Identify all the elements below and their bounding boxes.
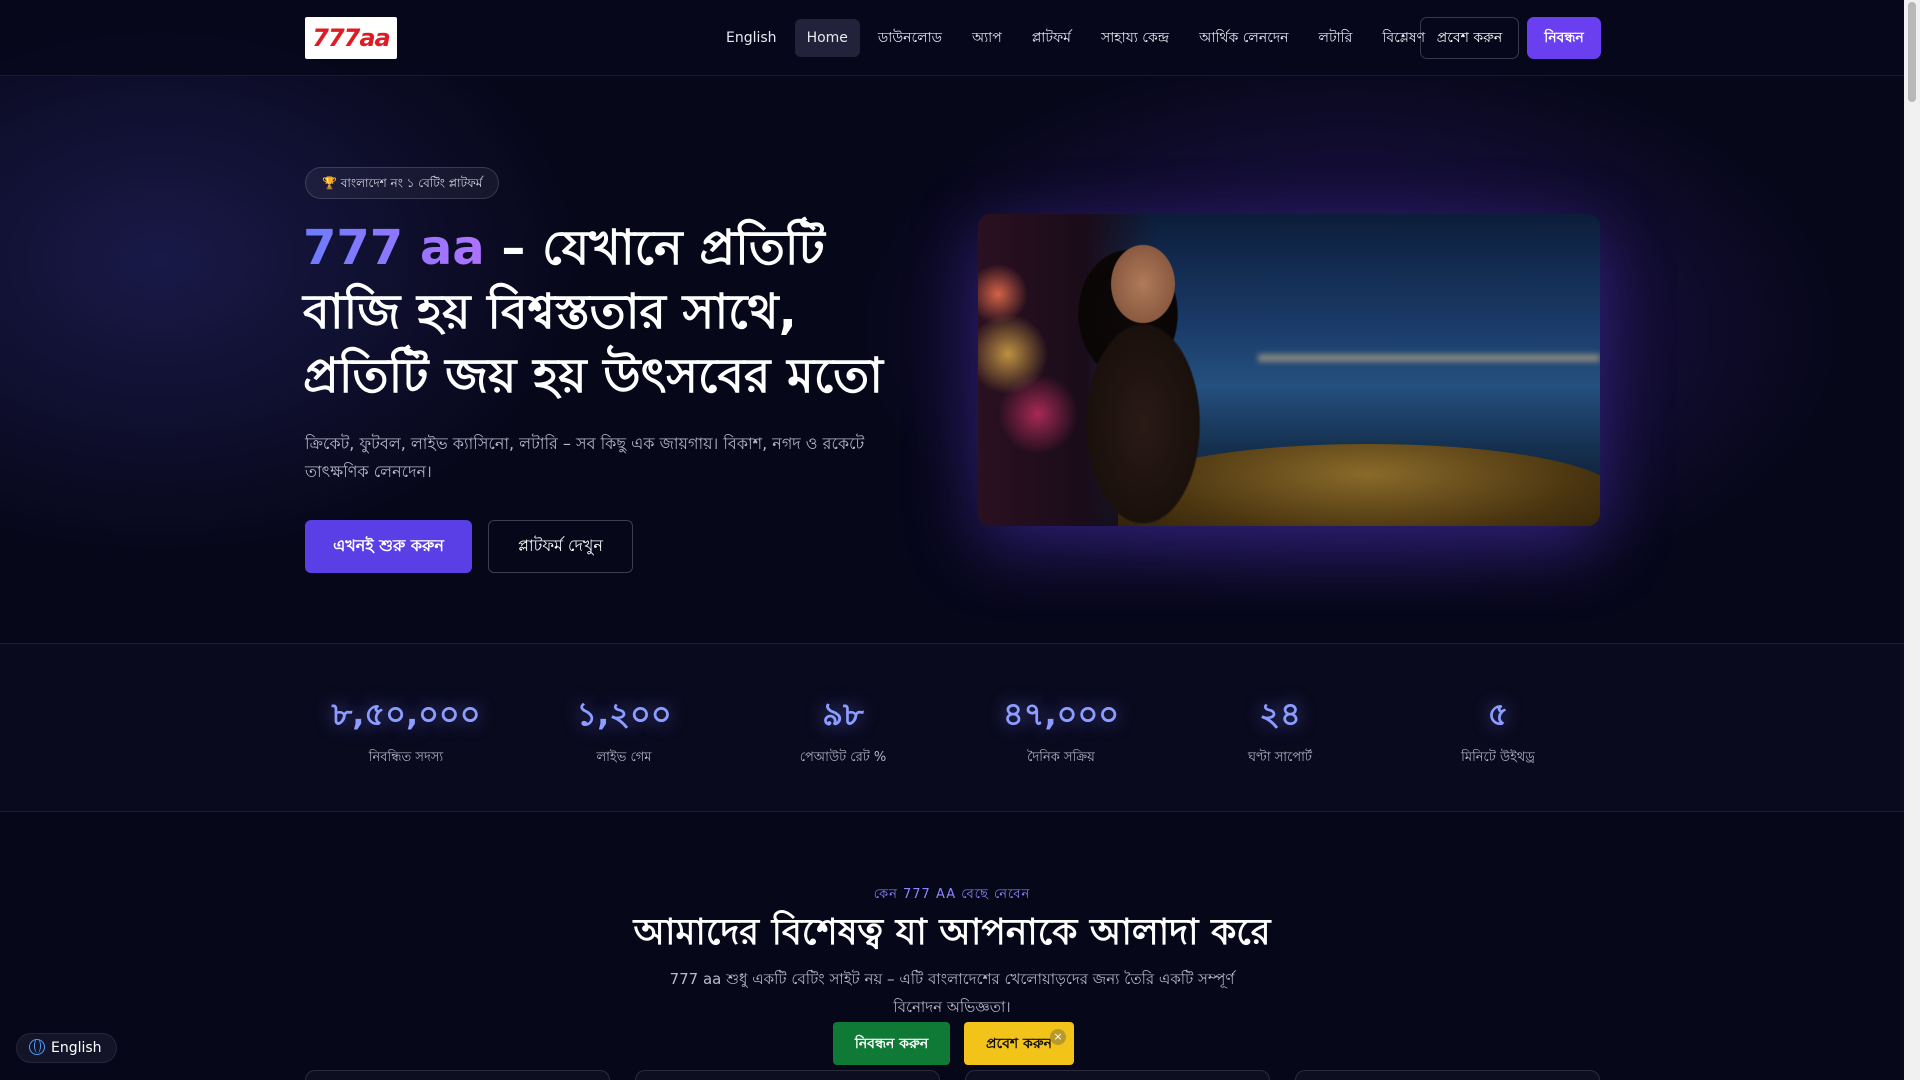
hero-image-horizon	[1258, 354, 1600, 362]
nav-item-english[interactable]: English	[714, 19, 789, 57]
stat-value: ২৪	[1259, 695, 1301, 733]
stat-label: নিবন্ধিত সদস্য	[368, 750, 444, 765]
start-now-button[interactable]: এখনই শুরু করুন	[305, 520, 472, 573]
hero-title-brand: 777 aa	[303, 220, 485, 276]
stat-value: ১,২০০	[576, 695, 672, 733]
feature-card	[305, 1070, 610, 1080]
stat-value: ৫	[1487, 695, 1509, 733]
scrollbar-thumb[interactable]	[1908, 2, 1916, 102]
globe-icon	[29, 1039, 45, 1055]
logo[interactable]: 777aa	[305, 17, 397, 59]
stats-section: ৮,৫০,০০০ নিবন্ধিত সদস্য ১,২০০ লাইভ গেম ৯…	[0, 643, 1904, 812]
logo-text: 777aa	[312, 24, 390, 52]
language-switcher[interactable]: English	[16, 1033, 117, 1063]
nav-item-transactions[interactable]: আর্থিক লেনদেন	[1187, 19, 1300, 57]
close-icon[interactable]: ×	[1050, 1029, 1066, 1045]
nav-item-help-center[interactable]: সাহায্য কেন্দ্র	[1089, 19, 1181, 57]
stat-value: ৪৭,০০০	[1002, 695, 1120, 733]
nav-item-app[interactable]: অ্যাপ	[960, 19, 1014, 57]
scrollbar[interactable]	[1904, 0, 1920, 1080]
why-title: আমাদের বিশেষত্ব যা আপনাকে আলাদা করে	[633, 912, 1271, 953]
nav-item-platform[interactable]: প্লাটফর্ম	[1020, 19, 1083, 57]
site-header: 777aa English Home ডাউনলোড অ্যাপ প্লাটফর…	[0, 0, 1904, 76]
login-button[interactable]: প্রবেশ করুন	[1420, 17, 1519, 59]
stat-value: ৮,৫০,০০০	[331, 695, 481, 733]
stat-label: পেআউট রেট %	[799, 750, 887, 765]
stat-value: ৯৮	[822, 695, 864, 733]
nav-item-download[interactable]: ডাউনলোড	[866, 19, 954, 57]
hero-badge: 🏆 বাংলাদেশ নং ১ বেটিং প্লাটফর্ম	[305, 167, 500, 199]
view-platform-button[interactable]: প্লাটফর্ম দেখুন	[488, 520, 633, 573]
language-label: English	[51, 1040, 102, 1056]
stat-label: মিনিটে উইথড্র	[1461, 750, 1535, 765]
feature-card	[635, 1070, 940, 1080]
nav-item-lottery[interactable]: লটারি	[1307, 19, 1365, 57]
stat-label: লাইভ গেম	[596, 750, 652, 765]
register-button[interactable]: নিবন্ধন	[1527, 17, 1601, 59]
stat-label: দৈনিক সক্রিয়	[1027, 750, 1095, 765]
feature-card	[965, 1070, 1270, 1080]
nav-item-home[interactable]: Home	[794, 19, 860, 57]
feature-card	[1295, 1070, 1600, 1080]
floating-register-button[interactable]: নিবন্ধন করুন	[833, 1022, 950, 1065]
stat-label: ঘণ্টা সাপোর্ট	[1248, 750, 1312, 765]
hero-subtitle: ক্রিকেট, ফুটবল, লাইভ ক্যাসিনো, লটারি – স…	[305, 434, 865, 481]
why-tag: কেন 777 AA বেছে নেবেন	[873, 887, 1031, 902]
hero-image	[978, 214, 1600, 526]
hero-image-woman	[1048, 224, 1238, 524]
page: 777aa English Home ডাউনলোড অ্যাপ প্লাটফর…	[0, 0, 1904, 1080]
hero-title: 777 aa – যেখানে প্রতিটি বাজি হয় বিশ্বস্…	[303, 216, 923, 408]
why-description: 777 aa শুধু একটি বেটিং সাইট নয় – এটি বা…	[669, 970, 1235, 1016]
main-nav: English Home ডাউনলোড অ্যাপ প্লাটফর্ম সাহ…	[714, 19, 1437, 57]
